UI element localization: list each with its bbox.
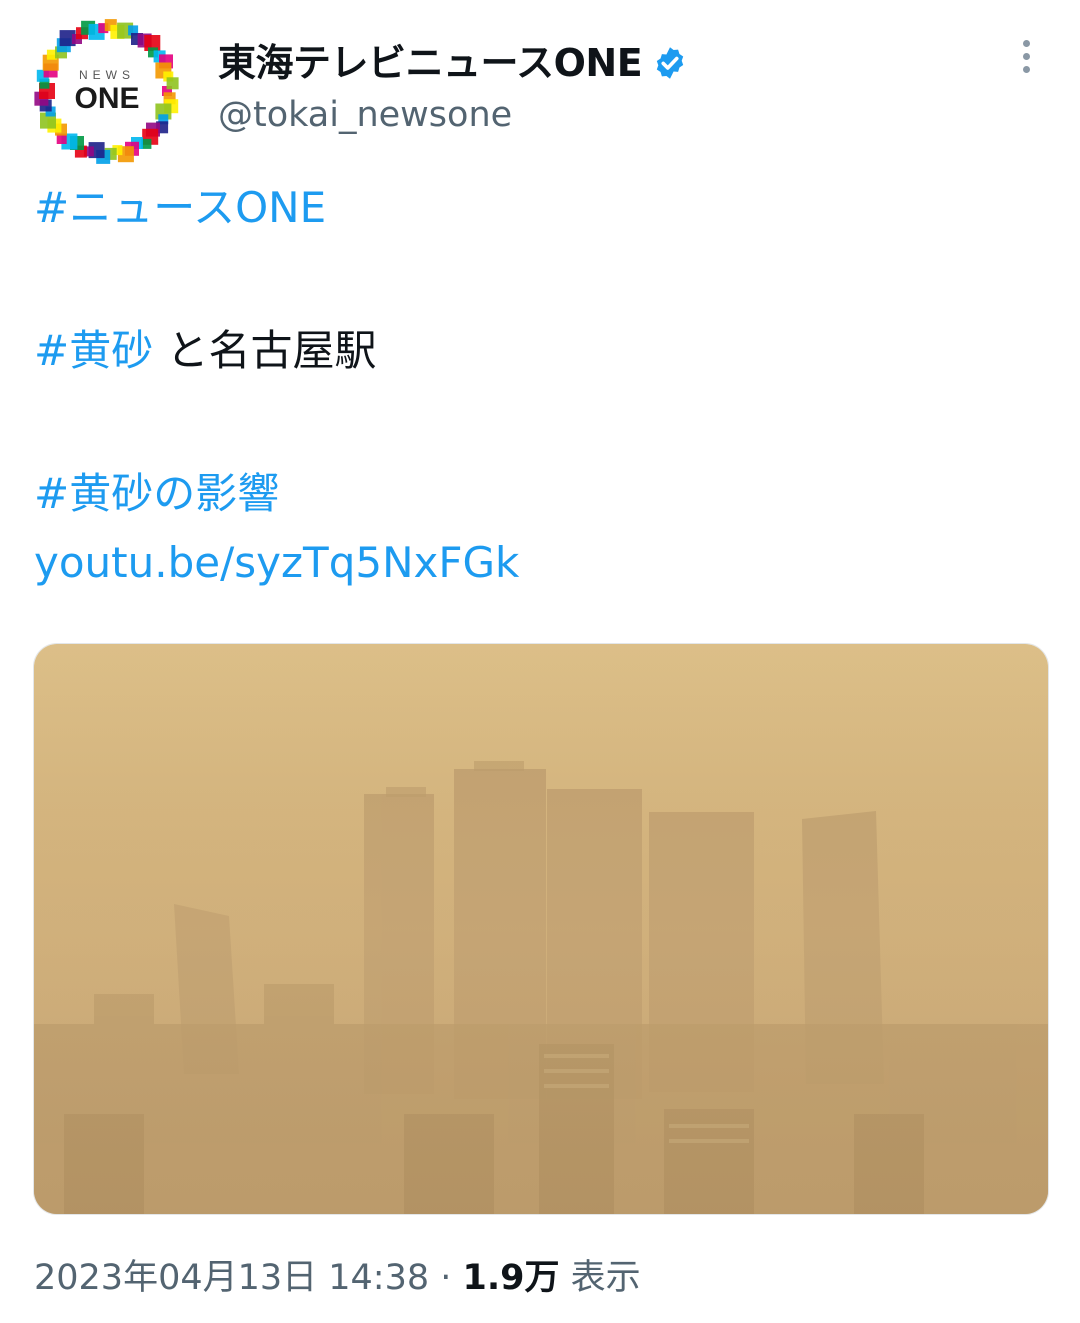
hashtag-kosa-effect[interactable]: #黄砂の影響 bbox=[34, 466, 279, 522]
views-count: 1.9万 bbox=[462, 1258, 560, 1298]
account-name[interactable]: 東海テレビニュースONE bbox=[218, 38, 643, 88]
logo-ring-square bbox=[166, 77, 179, 90]
hashtag-newsone[interactable]: #ニュースONE bbox=[34, 180, 326, 236]
avatar-one-text: ONE bbox=[74, 82, 139, 115]
avatar-news-text: NEWS bbox=[79, 68, 135, 82]
hazy-city-skyline-image bbox=[34, 644, 1048, 1214]
avatar[interactable]: NEWS ONE bbox=[34, 18, 180, 164]
tweet-text: と名古屋駅 bbox=[153, 326, 377, 375]
newsone-logo: NEWS ONE bbox=[34, 19, 179, 164]
more-dots-vertical-icon[interactable] bbox=[1008, 40, 1044, 80]
timestamp[interactable]: 2023年04月13日 14:38 bbox=[34, 1258, 429, 1298]
account-name-row[interactable]: 東海テレビニュースONE bbox=[218, 38, 688, 88]
views-label: 表示 bbox=[559, 1258, 641, 1298]
meta-separator: · bbox=[429, 1258, 463, 1298]
tweet-line-2: #黄砂 と名古屋駅 bbox=[34, 323, 377, 379]
verified-badge-icon bbox=[656, 47, 684, 79]
account-handle[interactable]: @tokai_newsone bbox=[218, 92, 512, 138]
tweet-photo[interactable] bbox=[33, 643, 1049, 1215]
hashtag-kosa[interactable]: #黄砂 bbox=[34, 326, 153, 375]
tweet-meta: 2023年04月13日 14:38 · 1.9万 表示 bbox=[34, 1253, 641, 1303]
youtube-link[interactable]: youtu.be/syzTq5NxFGk bbox=[34, 535, 519, 591]
